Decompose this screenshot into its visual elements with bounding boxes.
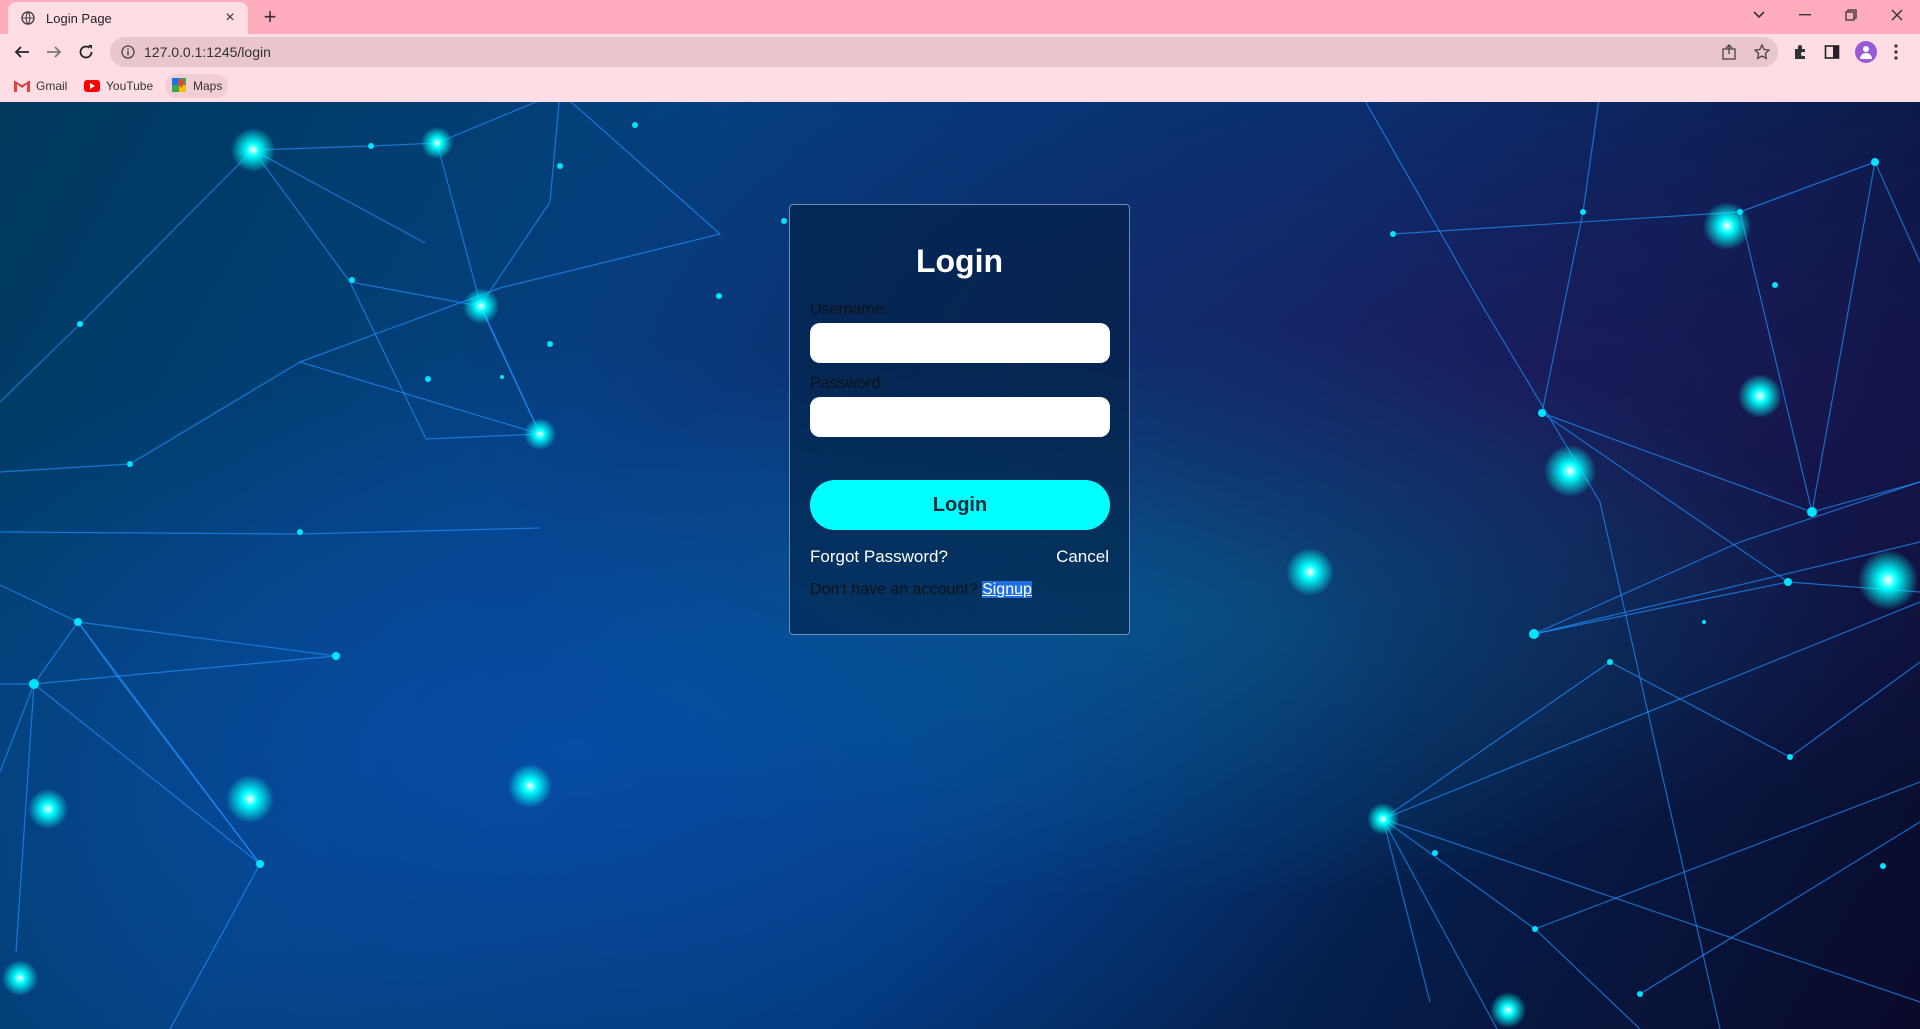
browser-toolbar: 127.0.0.1:1245/login — [0, 34, 1920, 70]
close-window-icon[interactable] — [1874, 0, 1920, 30]
address-bar[interactable]: 127.0.0.1:1245/login — [110, 37, 1778, 67]
bookmarks-bar: Gmail YouTube Maps — [0, 70, 1920, 102]
back-arrow-icon[interactable] — [8, 38, 36, 66]
profile-avatar[interactable] — [1855, 41, 1877, 63]
username-label: Username: — [810, 301, 889, 318]
url-text: 127.0.0.1:1245/login — [144, 44, 271, 60]
login-button[interactable]: Login — [810, 480, 1110, 530]
password-label: Password: — [810, 375, 885, 392]
maps-icon — [171, 78, 187, 94]
signup-link[interactable]: Signup — [982, 581, 1032, 598]
tab-title: Login Page — [46, 10, 112, 26]
page-viewport: Login Username: Password: Login Forgot P… — [0, 102, 1920, 1029]
reload-icon[interactable] — [72, 38, 100, 66]
bookmark-label: YouTube — [106, 79, 154, 93]
menu-kebab-icon[interactable] — [1882, 38, 1910, 66]
forgot-password-link[interactable]: Forgot Password? — [810, 547, 948, 567]
signup-prompt: Don't have an account? Signup — [810, 581, 1032, 599]
bookmark-label: Maps — [193, 79, 223, 93]
site-info-icon[interactable] — [120, 44, 136, 60]
bookmark-gmail[interactable]: Gmail — [8, 74, 73, 98]
bookmark-youtube[interactable]: YouTube — [78, 74, 159, 98]
extensions-icon[interactable] — [1786, 38, 1814, 66]
tab-close-icon[interactable]: × — [220, 8, 240, 28]
password-input[interactable] — [810, 397, 1110, 437]
tab-search-icon[interactable] — [1736, 0, 1782, 30]
forward-arrow-icon[interactable] — [40, 38, 68, 66]
minimize-icon[interactable] — [1782, 0, 1828, 30]
share-icon[interactable] — [1716, 38, 1744, 66]
browser-tab-bar: Login Page × + — [0, 0, 1920, 34]
browser-tab[interactable]: Login Page × — [8, 2, 248, 34]
cancel-link[interactable]: Cancel — [1056, 547, 1109, 567]
bookmark-star-icon[interactable] — [1748, 38, 1776, 66]
login-card: Login Username: Password: Login Forgot P… — [789, 204, 1130, 635]
bookmark-maps[interactable]: Maps — [165, 74, 229, 98]
no-account-text: Don't have an account? — [810, 581, 978, 598]
restore-icon[interactable] — [1828, 0, 1874, 30]
globe-icon — [20, 10, 36, 26]
side-panel-icon[interactable] — [1818, 38, 1846, 66]
youtube-icon — [84, 78, 100, 94]
login-title: Login — [915, 243, 1004, 279]
bookmark-label: Gmail — [36, 79, 68, 93]
username-input[interactable] — [810, 323, 1110, 363]
gmail-icon — [14, 78, 30, 94]
new-tab-button[interactable]: + — [256, 4, 284, 29]
